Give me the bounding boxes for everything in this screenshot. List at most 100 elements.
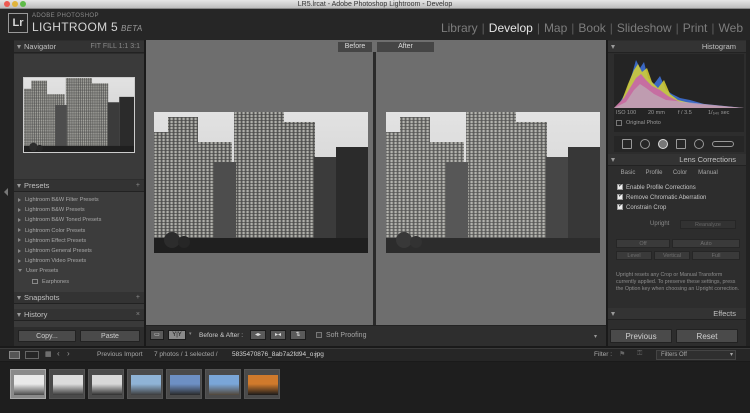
soft-proofing-checkbox[interactable] (316, 332, 322, 338)
secondary-window-icon[interactable] (25, 351, 39, 359)
filmstrip-thumbnail[interactable] (205, 369, 241, 399)
zoom-1-1[interactable]: 1:1 (119, 43, 129, 50)
filmstrip-thumbnail[interactable] (10, 369, 46, 399)
upright-auto-button[interactable]: Auto (672, 239, 740, 248)
filmstrip-thumbnail[interactable] (88, 369, 124, 399)
grid-view-icon[interactable]: ▦ (45, 350, 52, 358)
upright-full-button[interactable]: Full (692, 251, 740, 260)
crop-tool-icon[interactable] (622, 139, 632, 149)
filename-dropdown-icon[interactable]: ▾ (314, 351, 317, 358)
paste-settings-button[interactable]: Paste (80, 330, 140, 342)
spot-removal-tool-icon[interactable] (640, 139, 650, 149)
filmstrip-count: 7 photos / 1 selected / (154, 351, 218, 358)
add-snapshot-button[interactable]: + (136, 292, 140, 304)
filmstrip-source[interactable]: Previous Import (97, 351, 143, 358)
constrain-crop-checkbox[interactable]: Constrain Crop (617, 202, 666, 213)
presets-header[interactable]: Presets + (14, 180, 144, 192)
toolbar-menu-icon[interactable]: ▾ (594, 333, 597, 340)
forward-arrow-icon[interactable]: › (67, 349, 70, 358)
before-after-view-button[interactable]: Y|Y (168, 330, 186, 340)
navigator-thumbnail[interactable] (23, 77, 135, 153)
checkbox-checked-icon (617, 202, 623, 211)
snapshots-title: Snapshots (24, 293, 60, 302)
preset-folder-item[interactable]: Lightroom Color Presets (18, 226, 85, 236)
clear-history-button[interactable]: × (136, 309, 140, 321)
preset-folder-item[interactable]: Lightroom General Presets (18, 246, 92, 256)
user-preset-item[interactable]: Earphones (32, 277, 69, 287)
adjustment-brush-icon[interactable] (712, 141, 734, 147)
tab-color[interactable]: Color (669, 168, 691, 179)
preset-folder-item[interactable]: Lightroom Effect Presets (18, 236, 86, 246)
module-web[interactable]: Web (716, 21, 746, 35)
brand-title: LIGHTROOM 5 BETA (32, 20, 143, 34)
thumbnail-image (170, 375, 200, 395)
filmstrip-thumbnail[interactable] (244, 369, 280, 399)
preset-folder-item[interactable]: Lightroom B&W Toned Presets (18, 215, 101, 225)
brand-subtitle: ADOBE PHOTOSHOP (32, 13, 99, 19)
view-mode-dropdown-icon[interactable]: ▾ (189, 331, 192, 337)
copy-before-to-after-icon[interactable]: ◂▸ (250, 330, 266, 340)
primary-window-icon[interactable] (9, 351, 20, 359)
presets-title: Presets (24, 181, 50, 190)
upright-level-button[interactable]: Level (616, 251, 652, 260)
graduated-filter-icon[interactable] (676, 139, 686, 149)
red-eye-tool-icon[interactable] (658, 139, 668, 149)
module-print[interactable]: Print (680, 21, 711, 35)
preset-folder-item[interactable]: Lightroom B&W Presets (18, 205, 85, 215)
zoom-fit[interactable]: FIT (91, 43, 101, 50)
upright-label: Upright (650, 221, 670, 227)
copy-settings-button[interactable]: Copy... (18, 330, 76, 342)
tab-manual[interactable]: Manual (694, 168, 722, 179)
filmstrip-thumbnail[interactable] (49, 369, 85, 399)
tab-basic[interactable]: Basic (617, 168, 639, 179)
reset-button[interactable]: Reset (676, 329, 738, 343)
copy-after-to-before-icon[interactable]: ▸◂ (270, 330, 286, 340)
filmstrip-thumbnail[interactable] (127, 369, 163, 399)
filmstrip-filename[interactable]: 5835470876_8ab7a2fd94_o.jpg (232, 351, 324, 358)
after-photo[interactable] (386, 112, 600, 253)
histogram-graph[interactable]: ISO 100 20 mm f / 3.5 1/₆₄₀ sec Original… (614, 54, 744, 132)
tab-profile[interactable]: Profile (642, 168, 666, 179)
add-preset-button[interactable]: + (136, 180, 140, 192)
zoom-fill[interactable]: FILL (103, 43, 117, 50)
lens-corrections-header[interactable]: Lens Corrections (608, 154, 746, 166)
module-map[interactable]: Map (541, 21, 570, 35)
before-after-label: Before & After : (199, 332, 244, 339)
module-slideshow[interactable]: Slideshow (614, 21, 675, 35)
exif-focal-length: 20 mm (648, 110, 665, 116)
remove-chromatic-aberration-checkbox[interactable]: Remove Chromatic Aberration (617, 192, 706, 203)
upright-vertical-button[interactable]: Vertical (654, 251, 690, 260)
preset-folder-item[interactable]: Lightroom Video Presets (18, 256, 86, 266)
zoom-3-1[interactable]: 3:1 (130, 43, 140, 50)
right-panel-gutter (746, 40, 750, 346)
radial-filter-icon[interactable] (694, 139, 704, 149)
enable-profile-corrections-checkbox[interactable]: Enable Profile Corrections (617, 182, 696, 193)
before-photo[interactable] (154, 112, 368, 253)
reanalyze-button[interactable]: Reanalyze (680, 220, 736, 229)
filmstrip-thumbnail[interactable] (166, 369, 202, 399)
filter-label: Filter : (594, 351, 613, 358)
filter-preset-dropdown[interactable]: Filters Off ▾ (656, 350, 736, 360)
swap-before-after-icon[interactable]: ⇅ (290, 330, 306, 340)
before-label: Before (338, 42, 372, 52)
effects-header[interactable]: Effects (608, 308, 746, 320)
navigator-title: Navigator (24, 42, 57, 51)
module-book[interactable]: Book (575, 21, 608, 35)
snapshots-header[interactable]: Snapshots + (14, 292, 144, 304)
upright-off-button[interactable]: Off (616, 239, 670, 248)
exif-shutter: 1/₆₄₀ sec (708, 110, 730, 116)
navigator-header[interactable]: Navigator FIT FILL 1:1 3:1 (14, 41, 144, 53)
collapse-left-panel-icon[interactable] (4, 188, 8, 196)
preset-folder-item[interactable]: User Presets (18, 266, 58, 276)
lock-filter-icon[interactable]: ⚿ (637, 350, 642, 358)
histogram-header[interactable]: Histogram (608, 41, 746, 53)
module-library[interactable]: Library (438, 21, 481, 35)
back-arrow-icon[interactable]: ‹ (57, 349, 60, 358)
flag-filter-icon[interactable]: ⚑ (619, 350, 625, 358)
module-develop[interactable]: Develop (486, 21, 536, 35)
preset-folder-item[interactable]: Lightroom B&W Filter Presets (18, 195, 99, 205)
previous-settings-button[interactable]: Previous (610, 329, 672, 343)
original-photo-checkbox[interactable] (616, 120, 622, 126)
history-header[interactable]: History × (14, 309, 144, 321)
loupe-view-icon[interactable]: ▭ (150, 330, 164, 340)
